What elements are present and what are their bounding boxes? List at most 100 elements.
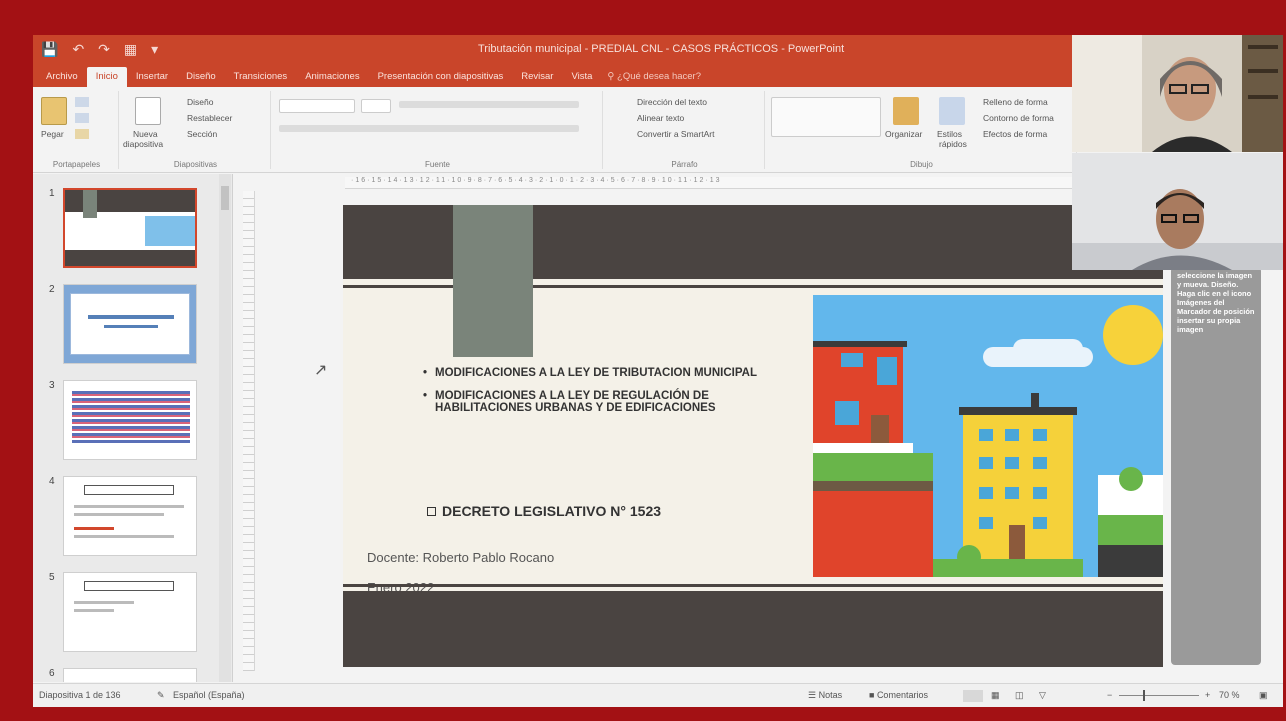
convert-smartart-button[interactable]: Convertir a SmartArt bbox=[637, 129, 714, 139]
video-participant-2[interactable] bbox=[1072, 153, 1283, 270]
align-text-button[interactable]: Alinear texto bbox=[637, 113, 684, 123]
group-paragraph: Dirección del texto Alinear texto Conver… bbox=[605, 91, 765, 169]
slide-thumbnail-1[interactable] bbox=[63, 188, 197, 268]
paste-icon[interactable] bbox=[41, 97, 67, 125]
fit-to-window-icon[interactable]: ▣ bbox=[1259, 690, 1268, 701]
section-button[interactable]: Sección bbox=[187, 129, 217, 139]
slide-thumbnail-4[interactable] bbox=[63, 476, 197, 556]
new-slide-label-2[interactable]: diapositiva bbox=[123, 139, 163, 149]
language-indicator[interactable]: Español (España) bbox=[173, 690, 245, 700]
thumb-number: 2 bbox=[49, 284, 55, 295]
quick-styles-label-2[interactable]: rápidos bbox=[939, 139, 967, 149]
zoom-slider-handle[interactable] bbox=[1143, 690, 1145, 701]
font-tools-row-1 bbox=[399, 101, 579, 108]
comments-button[interactable]: ■ Comentarios bbox=[869, 690, 928, 700]
layout-button[interactable]: Diseño bbox=[187, 97, 213, 107]
new-slide-icon[interactable] bbox=[135, 97, 161, 125]
slide-thumbnail-6[interactable] bbox=[63, 668, 197, 682]
thumb-number: 6 bbox=[49, 668, 55, 679]
font-tools-row-2 bbox=[279, 125, 579, 132]
bullet-item: MODIFICACIONES A LA LEY DE TRIBUTACION M… bbox=[423, 367, 793, 380]
city-illustration[interactable] bbox=[813, 295, 1163, 577]
font-size-box[interactable] bbox=[361, 99, 391, 113]
scrollbar-thumb[interactable] bbox=[221, 186, 229, 210]
tell-me-search[interactable]: ⚲ ¿Qué desea hacer? bbox=[601, 67, 710, 87]
font-name-box[interactable] bbox=[279, 99, 355, 113]
cut-icon[interactable] bbox=[75, 97, 89, 107]
zoom-out-icon[interactable]: − bbox=[1107, 690, 1112, 700]
tab-insertar[interactable]: Insertar bbox=[127, 67, 177, 87]
save-icon[interactable]: 💾 bbox=[41, 41, 58, 58]
tab-revisar[interactable]: Revisar bbox=[512, 67, 562, 87]
slide-thumbnail-2[interactable] bbox=[63, 284, 197, 364]
thumb-number: 3 bbox=[49, 380, 55, 391]
notes-button[interactable]: ☰ Notas bbox=[808, 690, 842, 701]
paste-button[interactable]: Pegar bbox=[41, 129, 64, 139]
bullet-item: MODIFICACIONES A LA LEY DE REGULACIÓN DE… bbox=[423, 390, 793, 415]
decreto-heading[interactable]: DECRETO LEGISLATIVO N° 1523 bbox=[427, 503, 661, 519]
zoom-slider[interactable] bbox=[1119, 695, 1199, 696]
mouse-pointer-icon: ↗ bbox=[314, 362, 328, 379]
bottom-band bbox=[343, 591, 1163, 667]
tab-vista[interactable]: Vista bbox=[562, 67, 601, 87]
quick-styles-icon[interactable] bbox=[939, 97, 965, 125]
shape-outline-button[interactable]: Contorno de forma bbox=[983, 113, 1054, 123]
video-participant-1[interactable] bbox=[1072, 35, 1283, 152]
tab-diseno[interactable]: Diseño bbox=[177, 67, 225, 87]
copy-icon[interactable] bbox=[75, 113, 89, 123]
slide-thumbnails-pane: 1 2 3 4 5 6 bbox=[33, 174, 233, 682]
group-label-font: Fuente bbox=[425, 160, 450, 169]
quick-styles-label-1[interactable]: Estilos bbox=[937, 129, 962, 139]
thumbnails-scrollbar[interactable] bbox=[219, 174, 231, 682]
reading-view-icon[interactable]: ◫ bbox=[1015, 690, 1024, 701]
bullet-list[interactable]: MODIFICACIONES A LA LEY DE TRIBUTACION M… bbox=[423, 367, 793, 425]
thumb-number: 5 bbox=[49, 572, 55, 583]
slide-thumbnail-3[interactable] bbox=[63, 380, 197, 460]
decreto-text: DECRETO LEGISLATIVO N° 1523 bbox=[442, 503, 662, 519]
participant-2-image bbox=[1072, 153, 1283, 270]
document-title: Tributación municipal - PREDIAL CNL - CA… bbox=[478, 43, 845, 55]
text-direction-button[interactable]: Dirección del texto bbox=[637, 97, 707, 107]
horizontal-ruler: ·16·15·14·13·12·11·10·9·8·7·6·5·4·3·2·1·… bbox=[345, 177, 1105, 189]
quick-access-toolbar: 💾 ↶ ↷ ▦ ▾ bbox=[41, 41, 158, 58]
customize-toolbar-icon[interactable]: ▾ bbox=[151, 41, 158, 58]
group-slides: Nueva diapositiva Diseño Restablecer Sec… bbox=[121, 91, 271, 169]
arrange-button[interactable]: Organizar bbox=[885, 129, 922, 139]
thumb-number: 1 bbox=[49, 188, 55, 199]
normal-view-icon[interactable] bbox=[963, 690, 983, 702]
tab-inicio[interactable]: Inicio bbox=[86, 67, 127, 87]
undo-icon[interactable]: ↶ bbox=[72, 41, 84, 58]
redo-icon[interactable]: ↷ bbox=[98, 41, 110, 58]
spellcheck-icon[interactable]: ✎ bbox=[157, 690, 165, 701]
zoom-in-icon[interactable]: + bbox=[1205, 690, 1210, 700]
shapes-gallery[interactable] bbox=[771, 97, 881, 137]
tab-transiciones[interactable]: Transiciones bbox=[225, 67, 297, 87]
new-slide-label-1[interactable]: Nueva bbox=[133, 129, 158, 139]
zoom-level[interactable]: 70 % bbox=[1219, 690, 1240, 700]
tab-presentacion[interactable]: Presentación con diapositivas bbox=[369, 67, 513, 87]
slide-sorter-icon[interactable]: ▦ bbox=[991, 690, 1000, 701]
powerpoint-window: 💾 ↶ ↷ ▦ ▾ Tributación municipal - PREDIA… bbox=[33, 35, 1283, 707]
start-presentation-icon[interactable]: ▦ bbox=[124, 41, 137, 58]
format-painter-icon[interactable] bbox=[75, 129, 89, 139]
comments-label: Comentarios bbox=[876, 690, 928, 700]
lightbulb-icon: ⚲ bbox=[607, 71, 618, 82]
notes-label: Notas bbox=[818, 690, 843, 700]
tell-me-label: ¿Qué desea hacer? bbox=[617, 71, 702, 82]
tab-archivo[interactable]: Archivo bbox=[37, 67, 87, 87]
slide-canvas[interactable]: MODIFICACIONES A LA LEY DE TRIBUTACION M… bbox=[343, 205, 1163, 667]
shape-effects-button[interactable]: Efectos de forma bbox=[983, 129, 1047, 139]
participant-1-image bbox=[1072, 35, 1283, 152]
thumb-number: 4 bbox=[49, 476, 55, 487]
side-notes-pane: seleccione la imagen y mueva. Diseño. Ha… bbox=[1171, 267, 1261, 665]
slide-thumbnail-5[interactable] bbox=[63, 572, 197, 652]
shape-fill-button[interactable]: Relleno de forma bbox=[983, 97, 1048, 107]
group-label-paragraph: Párrafo bbox=[671, 160, 698, 169]
comment-icon: ■ bbox=[869, 690, 877, 700]
tab-animaciones[interactable]: Animaciones bbox=[296, 67, 368, 87]
arrange-icon[interactable] bbox=[893, 97, 919, 125]
docente-text[interactable]: Docente: Roberto Pablo Rocano bbox=[367, 550, 554, 565]
slideshow-icon[interactable]: ▽ bbox=[1039, 690, 1046, 701]
side-pane-text: seleccione la imagen y mueva. Diseño. Ha… bbox=[1177, 271, 1255, 334]
reset-button[interactable]: Restablecer bbox=[187, 113, 232, 123]
